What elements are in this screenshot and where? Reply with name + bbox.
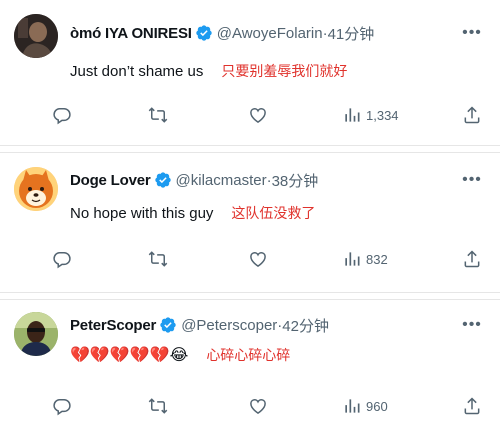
like-button[interactable] [248, 105, 268, 125]
like-icon [250, 108, 266, 123]
verified-badge-icon [160, 317, 176, 333]
retweet-button[interactable] [148, 396, 168, 416]
translation-text: 只要别羞辱我们就好 [221, 63, 348, 79]
views-count: 1,334 [366, 107, 399, 123]
more-icon[interactable]: ••• [462, 25, 482, 46]
reply-button[interactable] [52, 249, 72, 269]
views-count: 832 [366, 251, 388, 267]
reply-button[interactable] [52, 105, 72, 125]
share-icon [464, 397, 480, 415]
reply-icon [53, 252, 71, 269]
views-icon [345, 399, 360, 413]
views-icon [345, 108, 360, 122]
views-icon [345, 252, 360, 266]
reply-icon [53, 399, 71, 416]
avatar[interactable] [14, 14, 58, 58]
tweet-text: No hope with this guy [70, 204, 214, 222]
timestamp[interactable]: 41分钟 [328, 23, 375, 44]
tweet-text: 💔💔💔💔💔😂 [70, 347, 189, 364]
avatar[interactable] [14, 167, 58, 211]
verified-badge-icon [196, 25, 212, 41]
share-icon [464, 106, 480, 124]
display-name[interactable]: òmó IYA ONIRESI [70, 25, 192, 42]
more-icon[interactable]: ••• [462, 172, 482, 193]
views-button[interactable]: 960 [342, 396, 388, 416]
tweet-card[interactable]: PeterScoper @Peterscoper · 42分钟 ••• 💔💔💔💔… [0, 300, 500, 440]
tweet-card[interactable]: òmó IYA ONIRESI @AwoyeFolarin · 41分钟 •••… [0, 0, 500, 145]
user-handle[interactable]: @kilacmaster [176, 172, 267, 189]
share-button[interactable] [462, 249, 482, 269]
timestamp[interactable]: 38分钟 [272, 170, 319, 191]
retweet-button[interactable] [148, 105, 168, 125]
share-button[interactable] [462, 105, 482, 125]
like-button[interactable] [248, 249, 268, 269]
timestamp[interactable]: 42分钟 [282, 315, 329, 336]
reply-icon [53, 108, 71, 125]
views-count: 960 [366, 398, 388, 414]
share-button[interactable] [462, 396, 482, 416]
views-button[interactable]: 1,334 [342, 105, 399, 125]
reply-button[interactable] [52, 396, 72, 416]
retweet-icon [148, 251, 168, 267]
translation-text: 心碎心碎心碎 [206, 347, 291, 363]
avatar[interactable] [14, 312, 58, 356]
like-button[interactable] [248, 396, 268, 416]
tweet-text: Just don’t shame us [70, 62, 204, 80]
divider [0, 145, 500, 153]
share-icon [464, 250, 480, 268]
verified-badge-icon [154, 172, 171, 188]
user-handle[interactable]: @Peterscoper [181, 317, 277, 334]
display-name[interactable]: PeterScoper [70, 317, 156, 334]
like-icon [250, 252, 266, 267]
tweet-card[interactable]: Doge Lover @kilacmaster · 38分钟 ••• No ho… [0, 153, 500, 292]
display-name[interactable]: Doge Lover [70, 172, 151, 189]
like-icon [250, 399, 266, 414]
divider [0, 292, 500, 300]
more-icon[interactable]: ••• [462, 317, 482, 338]
views-button[interactable]: 832 [342, 249, 388, 269]
retweet-icon [148, 398, 168, 414]
user-handle[interactable]: @AwoyeFolarin [217, 25, 323, 42]
translation-text: 这队伍没救了 [231, 205, 316, 221]
retweet-button[interactable] [148, 249, 168, 269]
retweet-icon [148, 107, 168, 123]
